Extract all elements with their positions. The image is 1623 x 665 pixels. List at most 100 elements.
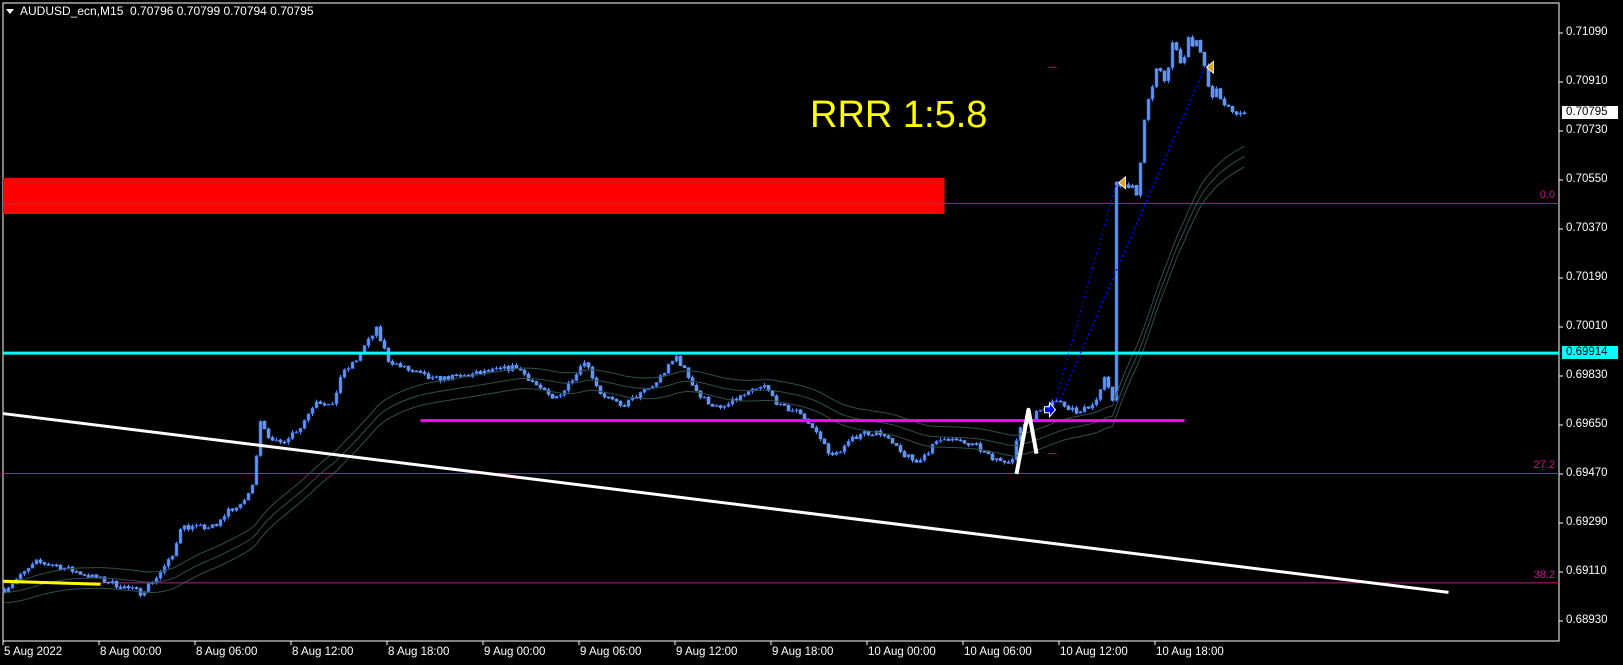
candle-body bbox=[726, 403, 731, 407]
candle-body bbox=[918, 459, 923, 463]
candle-body bbox=[302, 420, 307, 429]
candle-body bbox=[74, 571, 79, 573]
candle-body bbox=[1182, 56, 1187, 64]
candle-body bbox=[798, 409, 803, 415]
candle-body bbox=[30, 563, 35, 569]
candle-body bbox=[190, 525, 195, 530]
candle-body bbox=[42, 562, 47, 565]
fib-level-label: 0.0 bbox=[1539, 189, 1555, 202]
candle-body bbox=[498, 367, 503, 370]
candle-body bbox=[226, 508, 231, 517]
candle-body bbox=[494, 367, 499, 370]
candle-body bbox=[814, 427, 819, 433]
candle-body bbox=[1158, 68, 1163, 72]
candle-body bbox=[490, 368, 495, 373]
candle-body bbox=[974, 443, 979, 445]
candle-body bbox=[598, 385, 603, 394]
candle-body bbox=[694, 385, 699, 392]
candle-body bbox=[1102, 376, 1107, 390]
candle-body bbox=[258, 421, 263, 457]
candle-body bbox=[22, 571, 27, 575]
candle-body bbox=[990, 453, 995, 461]
candle-body bbox=[486, 370, 491, 373]
candle-body bbox=[386, 347, 391, 362]
candle-body bbox=[606, 396, 611, 399]
candle-body bbox=[1146, 98, 1151, 121]
candle-body bbox=[858, 433, 863, 440]
candle-body bbox=[246, 492, 251, 501]
candle-body bbox=[566, 382, 571, 391]
candle-body bbox=[434, 376, 439, 378]
candle-body bbox=[202, 524, 207, 530]
candle-body bbox=[78, 571, 83, 575]
time-axis-label: 5 Aug 2022 bbox=[4, 646, 63, 658]
candle-body bbox=[214, 524, 219, 527]
candle-body bbox=[122, 586, 127, 589]
candle-body bbox=[1078, 411, 1083, 414]
price-axis-label: 0.68930 bbox=[1566, 614, 1608, 626]
candle-body bbox=[346, 368, 351, 371]
candle-body bbox=[1174, 42, 1179, 50]
candle-body bbox=[218, 519, 223, 527]
candle-body bbox=[602, 393, 607, 398]
candle-body bbox=[370, 335, 375, 339]
candle-body bbox=[1166, 67, 1171, 82]
candle-body bbox=[378, 326, 383, 341]
candle-body bbox=[986, 451, 991, 455]
candle-body bbox=[954, 438, 959, 441]
candle-body bbox=[1210, 86, 1215, 98]
candle-body bbox=[170, 555, 175, 560]
candle-body bbox=[534, 381, 539, 386]
candle-body bbox=[34, 559, 39, 565]
price-axis-label: 0.69470 bbox=[1566, 467, 1608, 479]
candle-body bbox=[110, 580, 115, 584]
candle-body bbox=[706, 396, 711, 405]
candle-body bbox=[962, 440, 967, 444]
candle-body bbox=[342, 369, 347, 378]
candle-body bbox=[638, 392, 643, 399]
candle-body bbox=[422, 372, 427, 375]
time-axis-label: 9 Aug 18:00 bbox=[772, 646, 834, 658]
candle-body bbox=[502, 366, 507, 369]
candle-body bbox=[866, 431, 871, 436]
candle-body bbox=[698, 390, 703, 398]
candle-body bbox=[830, 452, 835, 455]
candle-body bbox=[130, 587, 135, 589]
candle-body bbox=[414, 370, 419, 373]
fib-level-label: 38.2 bbox=[1533, 568, 1555, 581]
chart-title: AUDUSD_ecn,M15 0.70796 0.70799 0.70794 0… bbox=[6, 4, 314, 18]
candle-body bbox=[86, 575, 91, 578]
candle-body bbox=[538, 384, 543, 389]
candle-body bbox=[550, 393, 555, 399]
candle-body bbox=[994, 458, 999, 461]
candle-body bbox=[758, 386, 763, 389]
candle-body bbox=[950, 438, 955, 441]
candle-body bbox=[686, 367, 691, 378]
candle-body bbox=[714, 405, 719, 407]
candle-body bbox=[1094, 399, 1099, 406]
candle-body bbox=[38, 559, 43, 563]
candle-body bbox=[558, 394, 563, 397]
candle-body bbox=[178, 528, 183, 544]
plot-frame bbox=[2, 2, 1560, 642]
candle-body bbox=[114, 580, 119, 588]
candle-body bbox=[1106, 376, 1111, 388]
candle-body bbox=[46, 563, 51, 566]
candle-body bbox=[1202, 52, 1207, 66]
candle-body bbox=[1010, 458, 1015, 463]
candle-body bbox=[294, 431, 299, 434]
candle-body bbox=[914, 459, 919, 463]
candle-body bbox=[562, 390, 567, 396]
candle-body bbox=[850, 436, 855, 442]
candle-body bbox=[90, 574, 95, 578]
candle-body bbox=[926, 453, 931, 456]
dropdown-triangle-icon[interactable] bbox=[6, 9, 14, 15]
candle-body bbox=[862, 431, 867, 435]
candle-body bbox=[618, 400, 623, 406]
price-axis-label: 0.70910 bbox=[1566, 75, 1608, 87]
candle-body bbox=[886, 435, 891, 439]
candle-body bbox=[326, 403, 331, 406]
candle-body bbox=[742, 394, 747, 397]
candle-body bbox=[1062, 401, 1067, 407]
time-axis-label: 8 Aug 18:00 bbox=[388, 646, 450, 658]
